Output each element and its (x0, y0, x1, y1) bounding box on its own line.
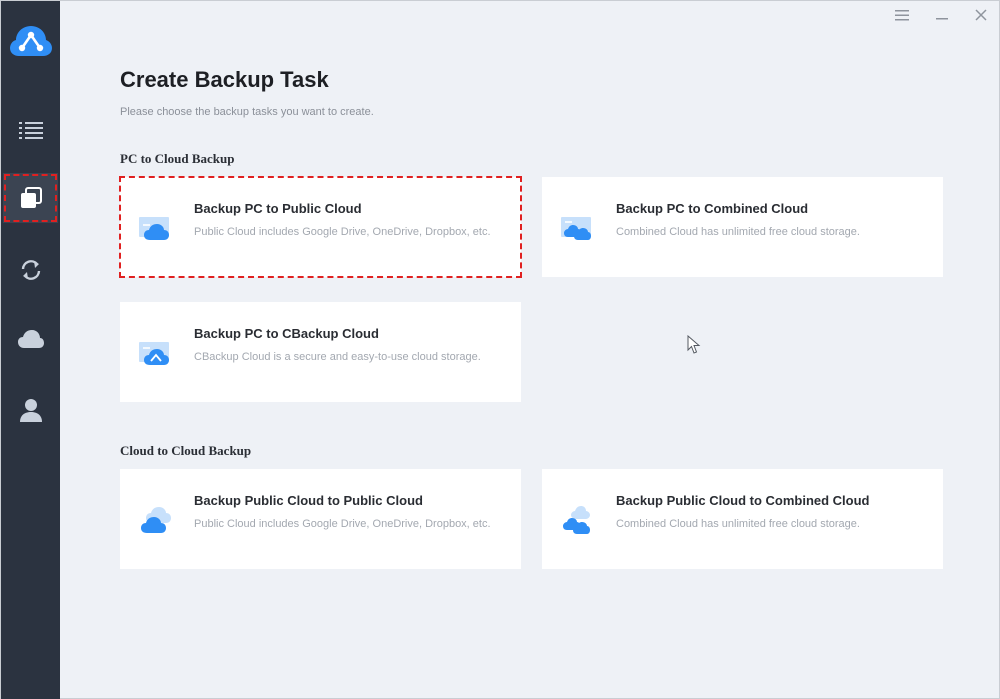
cloud-to-combined-cloud-icon (560, 503, 600, 535)
pc-to-cloud-icon (138, 211, 178, 243)
user-icon (19, 398, 42, 422)
sync-icon (19, 258, 43, 282)
card-backup-pc-to-cbackup-cloud[interactable]: Backup PC to CBackup Cloud CBackup Cloud… (120, 302, 521, 402)
app-logo-icon (10, 23, 52, 57)
pc-to-combined-cloud-icon (560, 211, 600, 243)
card-description: Public Cloud includes Google Drive, OneD… (194, 518, 491, 530)
page-title: Create Backup Task (120, 67, 329, 92)
copy-task-icon (20, 187, 42, 209)
list-icon (18, 121, 43, 139)
section-title-cloud-to-cloud: Cloud to Cloud Backup (120, 443, 252, 458)
sidebar-item-cloud[interactable] (1, 314, 60, 364)
card-title: Backup Public Cloud to Combined Cloud (616, 493, 870, 508)
card-backup-pc-to-combined-cloud[interactable]: Backup PC to Combined Cloud Combined Clo… (542, 177, 943, 277)
sidebar-item-account[interactable] (1, 385, 60, 435)
sidebar (1, 1, 60, 699)
cloud-to-cloud-icon (138, 503, 178, 535)
card-description: Combined Cloud has unlimited free cloud … (616, 226, 860, 238)
sidebar-item-tasks[interactable] (1, 105, 60, 155)
card-backup-public-cloud-to-combined-cloud[interactable]: Backup Public Cloud to Combined Cloud Co… (542, 469, 943, 569)
card-description: Combined Cloud has unlimited free cloud … (616, 518, 860, 530)
main-content: Create Backup Task Please choose the bac… (60, 1, 999, 698)
section-title-pc-to-cloud: PC to Cloud Backup (120, 151, 235, 166)
mouse-cursor-icon (687, 334, 701, 360)
card-title: Backup PC to Combined Cloud (616, 201, 809, 216)
cloud-icon (17, 329, 45, 349)
card-title: Backup Public Cloud to Public Cloud (194, 493, 423, 508)
card-backup-pc-to-public-cloud[interactable]: Backup PC to Public Cloud Public Cloud i… (119, 176, 522, 278)
card-title: Backup PC to CBackup Cloud (194, 326, 379, 341)
page-subtitle: Please choose the backup tasks you want … (120, 106, 374, 118)
card-description: CBackup Cloud is a secure and easy-to-us… (194, 351, 481, 363)
card-description: Public Cloud includes Google Drive, OneD… (194, 226, 491, 238)
card-backup-public-cloud-to-public-cloud[interactable]: Backup Public Cloud to Public Cloud Publ… (120, 469, 521, 569)
sidebar-item-sync[interactable] (1, 245, 60, 295)
app-window: Create Backup Task Please choose the bac… (0, 0, 1000, 699)
sidebar-item-backup[interactable] (3, 173, 58, 223)
pc-to-cbackup-cloud-icon (138, 336, 178, 368)
card-title: Backup PC to Public Cloud (194, 201, 362, 216)
